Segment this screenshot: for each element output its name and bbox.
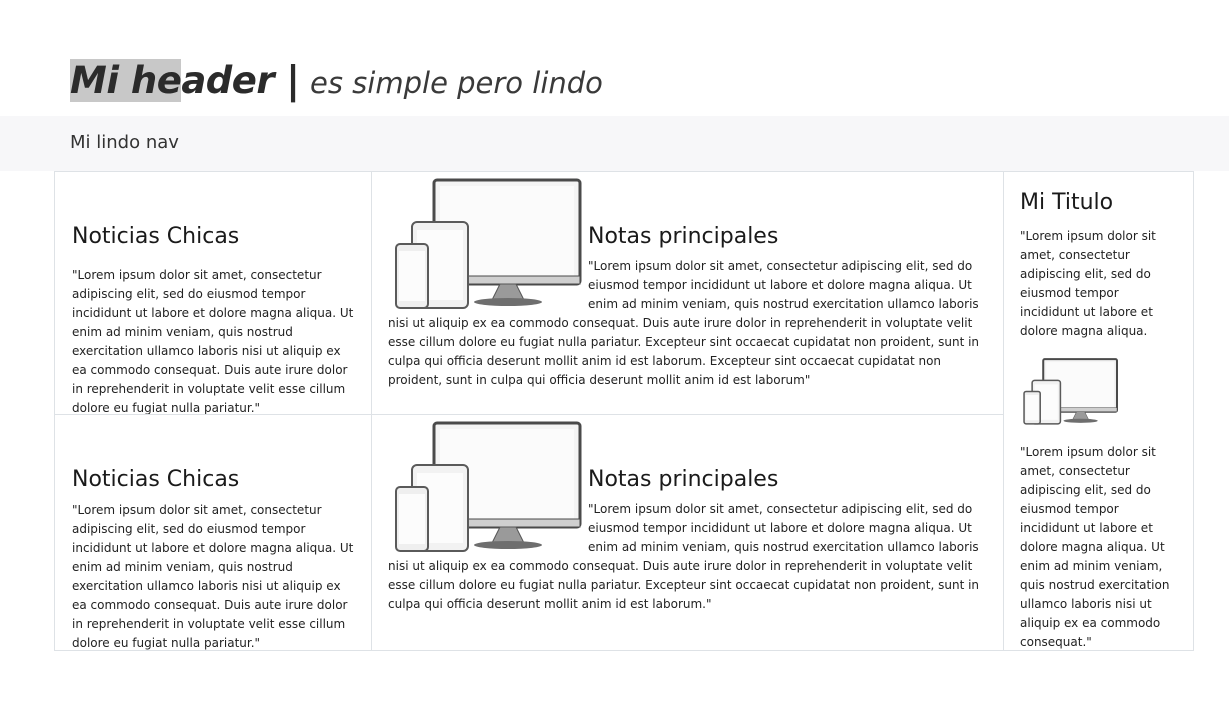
header-subtitle: es simple pero lindo <box>310 66 603 100</box>
nav-label[interactable]: Mi lindo nav <box>70 132 179 153</box>
content-grid: Noticias Chicas "Lorem ipsum dolor sit a… <box>54 171 1194 651</box>
sidebar-text-bottom: "Lorem ipsum dolor sit amet, consectetur… <box>1020 445 1170 649</box>
header-title-rest: ader <box>181 59 275 102</box>
small-news-card: Noticias Chicas "Lorem ipsum dolor sit a… <box>54 414 372 651</box>
small-news-title: Noticias Chicas <box>72 224 240 249</box>
main-note-card: Notas principales "Lorem ipsum dolor sit… <box>371 414 1004 651</box>
devices-illustration-icon <box>395 421 582 552</box>
main-note-card: Notas principales "Lorem ipsum dolor sit… <box>371 171 1004 415</box>
small-news-text: "Lorem ipsum dolor sit amet, consectetur… <box>72 503 354 650</box>
sidebar-text-top: "Lorem ipsum dolor sit amet, consectetur… <box>1020 229 1156 338</box>
small-news-card: Noticias Chicas "Lorem ipsum dolor sit a… <box>54 171 372 415</box>
header-title-highlight: Mi he <box>70 59 182 102</box>
devices-illustration-icon <box>1023 358 1118 425</box>
small-news-text: "Lorem ipsum dolor sit amet, consectetur… <box>72 268 354 415</box>
sidebar-card: Mi Titulo "Lorem ipsum dolor sit amet, c… <box>1003 171 1194 651</box>
header-separator: | <box>286 58 301 102</box>
devices-illustration-icon <box>395 178 582 309</box>
sidebar-title: Mi Titulo <box>1020 190 1114 215</box>
page-header: Mi header | es simple pero lindo <box>70 58 603 108</box>
nav-bar: Mi lindo nav <box>0 116 1229 171</box>
header-title: Mi header <box>70 59 275 102</box>
small-news-title: Noticias Chicas <box>72 467 240 492</box>
